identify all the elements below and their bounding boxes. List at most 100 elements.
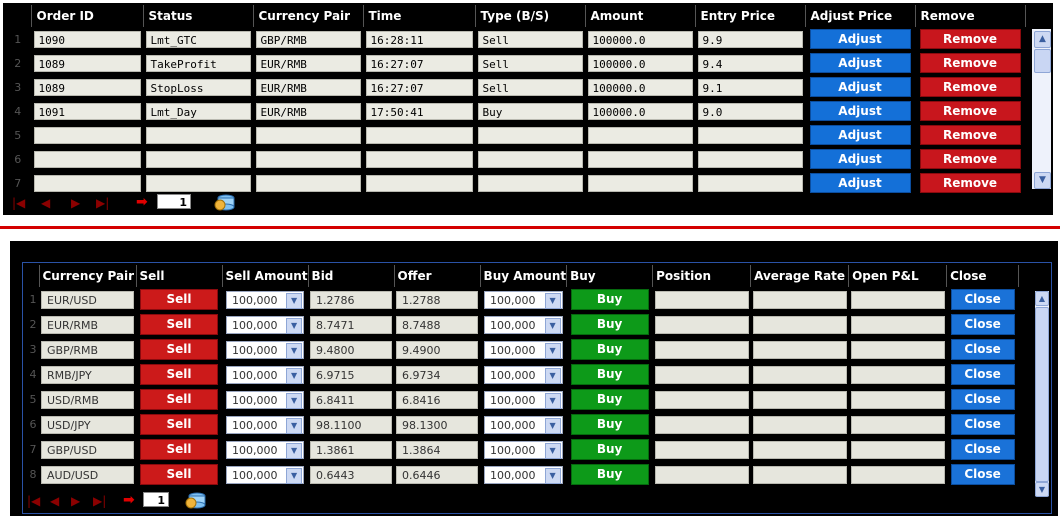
order-type-cell[interactable] <box>477 126 583 144</box>
order-status-cell[interactable] <box>145 174 251 192</box>
order-amount-cell[interactable] <box>587 150 693 168</box>
orders-col-header[interactable]: Entry Price <box>695 5 806 27</box>
order-pair-cell[interactable]: EUR/RMB <box>255 78 361 96</box>
scroll-thumb[interactable] <box>1035 307 1049 482</box>
orders-col-header[interactable]: Status <box>143 5 254 27</box>
last-page-icon[interactable]: ▶| <box>93 494 106 508</box>
sell-amount-select[interactable]: 100,000 ▼ <box>226 315 305 334</box>
order-type-cell[interactable]: Buy <box>477 102 583 120</box>
order-amount-cell[interactable]: 100000.0 <box>587 30 693 48</box>
buy-amount-select[interactable]: 100,000 ▼ <box>484 465 563 484</box>
buy-button[interactable]: Buy <box>570 364 649 385</box>
buy-amount-select[interactable]: 100,000 ▼ <box>484 365 563 384</box>
sell-button[interactable]: Sell <box>140 364 218 385</box>
sell-amount-select[interactable]: 100,000 ▼ <box>226 290 305 309</box>
currency-pair-cell[interactable]: EUR/RMB <box>41 315 134 334</box>
rates-col-header[interactable]: Close <box>946 265 1020 287</box>
order-price-cell[interactable] <box>697 174 803 192</box>
sell-amount-select[interactable]: 100,000 ▼ <box>226 340 305 359</box>
close-button[interactable]: Close <box>950 439 1015 460</box>
order-amount-cell[interactable] <box>587 126 693 144</box>
order-type-cell[interactable] <box>477 150 583 168</box>
sell-amount-select[interactable]: 100,000 ▼ <box>226 440 305 459</box>
order-pair-cell[interactable]: EUR/RMB <box>255 102 361 120</box>
refresh-database-icon[interactable] <box>185 491 207 510</box>
chevron-down-icon[interactable]: ▼ <box>544 392 561 409</box>
prev-page-icon[interactable]: ◀ <box>50 494 59 508</box>
rates-col-header[interactable]: Sell <box>136 265 223 287</box>
chevron-down-icon[interactable]: ▼ <box>544 367 561 384</box>
remove-button[interactable]: Remove <box>919 53 1021 73</box>
next-page-icon[interactable]: ▶ <box>71 196 80 210</box>
chevron-down-icon[interactable]: ▼ <box>544 292 561 309</box>
sell-button[interactable]: Sell <box>140 339 218 360</box>
adjust-button[interactable]: Adjust <box>809 149 911 169</box>
currency-pair-cell[interactable]: GBP/RMB <box>41 340 134 359</box>
order-order-id-cell[interactable]: 1091 <box>33 102 141 120</box>
order-order-id-cell[interactable] <box>33 174 141 192</box>
sell-amount-select[interactable]: 100,000 ▼ <box>226 390 305 409</box>
adjust-button[interactable]: Adjust <box>809 101 911 121</box>
order-status-cell[interactable]: TakeProfit <box>145 54 251 72</box>
order-amount-cell[interactable]: 100000.0 <box>587 78 693 96</box>
sell-amount-select[interactable]: 100,000 ▼ <box>226 415 305 434</box>
currency-pair-cell[interactable]: AUD/USD <box>41 465 134 484</box>
remove-button[interactable]: Remove <box>919 173 1021 193</box>
rates-col-header[interactable]: Average Rate <box>750 265 850 287</box>
adjust-button[interactable]: Adjust <box>809 173 911 193</box>
refresh-database-icon[interactable] <box>214 193 236 212</box>
close-button[interactable]: Close <box>950 314 1015 335</box>
order-price-cell[interactable]: 9.1 <box>697 78 803 96</box>
sell-button[interactable]: Sell <box>140 439 218 460</box>
adjust-button[interactable]: Adjust <box>809 29 911 49</box>
buy-button[interactable]: Buy <box>570 464 649 485</box>
order-price-cell[interactable] <box>697 126 803 144</box>
orders-col-header[interactable]: Currency Pair <box>253 5 364 27</box>
order-pair-cell[interactable] <box>255 174 361 192</box>
buy-amount-select[interactable]: 100,000 ▼ <box>484 390 563 409</box>
orders-scrollbar[interactable]: ▲ ▼ <box>1032 29 1051 189</box>
rates-col-header[interactable]: Open P&L <box>848 265 948 287</box>
rates-col-header[interactable]: Sell Amount <box>222 265 309 287</box>
chevron-down-icon[interactable]: ▼ <box>286 467 303 484</box>
order-status-cell[interactable] <box>145 150 251 168</box>
chevron-down-icon[interactable]: ▼ <box>544 417 561 434</box>
order-time-cell[interactable]: 16:27:07 <box>365 54 473 72</box>
chevron-down-icon[interactable]: ▼ <box>286 342 303 359</box>
chevron-down-icon[interactable]: ▼ <box>286 317 303 334</box>
go-arrow-icon[interactable]: ➡ <box>123 492 135 508</box>
close-button[interactable]: Close <box>950 414 1015 435</box>
buy-amount-select[interactable]: 100,000 ▼ <box>484 415 563 434</box>
buy-button[interactable]: Buy <box>570 314 649 335</box>
orders-col-header[interactable]: Amount <box>585 5 696 27</box>
chevron-down-icon[interactable]: ▼ <box>286 367 303 384</box>
sell-button[interactable]: Sell <box>140 414 218 435</box>
currency-pair-cell[interactable]: EUR/USD <box>41 290 134 309</box>
buy-button[interactable]: Buy <box>570 439 649 460</box>
orders-col-header[interactable]: Order ID <box>31 5 144 27</box>
rates-col-header[interactable]: Buy Amount <box>480 265 568 287</box>
order-pair-cell[interactable]: GBP/RMB <box>255 30 361 48</box>
order-type-cell[interactable]: Sell <box>477 30 583 48</box>
buy-amount-select[interactable]: 100,000 ▼ <box>484 440 563 459</box>
currency-pair-cell[interactable]: USD/RMB <box>41 390 134 409</box>
order-amount-cell[interactable] <box>587 174 693 192</box>
rates-col-header[interactable]: Bid <box>308 265 395 287</box>
page-input[interactable]: 1 <box>157 194 191 209</box>
prev-page-icon[interactable]: ◀ <box>41 196 50 210</box>
buy-button[interactable]: Buy <box>570 414 649 435</box>
close-button[interactable]: Close <box>950 339 1015 360</box>
adjust-button[interactable]: Adjust <box>809 125 911 145</box>
chevron-down-icon[interactable]: ▼ <box>544 442 561 459</box>
order-order-id-cell[interactable] <box>33 150 141 168</box>
remove-button[interactable]: Remove <box>919 125 1021 145</box>
scroll-up-icon[interactable]: ▲ <box>1034 31 1051 48</box>
close-button[interactable]: Close <box>950 464 1015 485</box>
order-amount-cell[interactable]: 100000.0 <box>587 102 693 120</box>
order-status-cell[interactable]: Lmt_GTC <box>145 30 251 48</box>
order-order-id-cell[interactable] <box>33 126 141 144</box>
order-price-cell[interactable]: 9.9 <box>697 30 803 48</box>
close-button[interactable]: Close <box>950 364 1015 385</box>
orders-col-header[interactable]: Adjust Price <box>805 5 916 27</box>
remove-button[interactable]: Remove <box>919 149 1021 169</box>
